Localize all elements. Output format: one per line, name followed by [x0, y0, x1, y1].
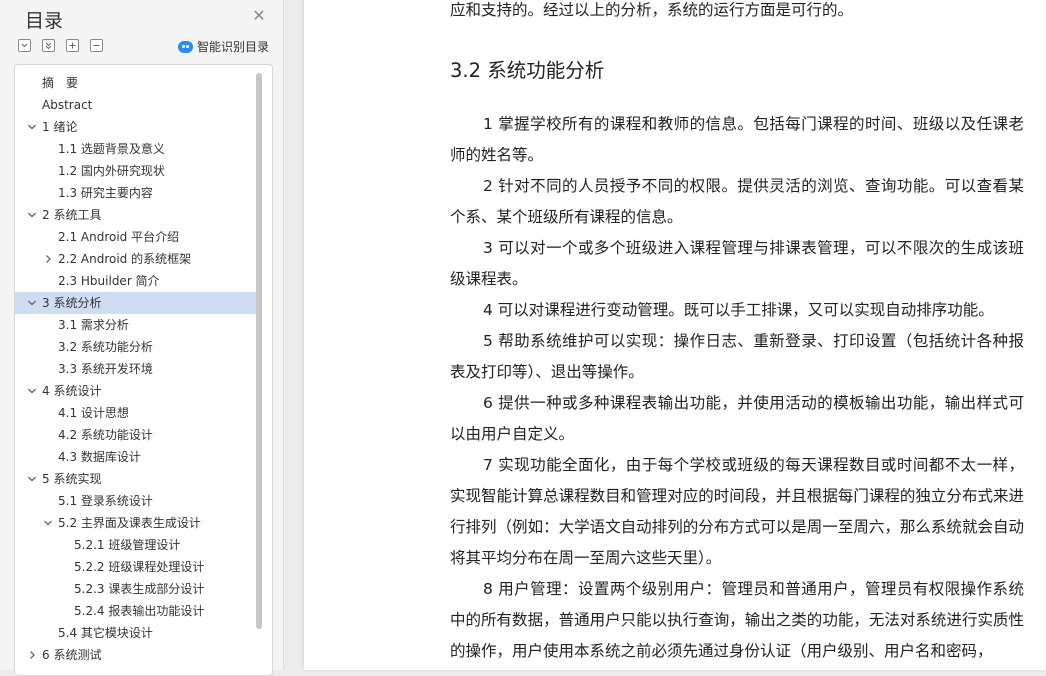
toc-item[interactable]: 2.3 Hbuilder 简介 [15, 270, 257, 292]
body-paragraph: 5 帮助系统维护可以实现：操作日志、重新登录、打印设置（包括统计各种报表及打印等… [450, 332, 1024, 381]
toc-item[interactable]: 1.2 国内外研究现状 [15, 160, 257, 182]
toc-item-label: 3.3 系统开发环境 [58, 362, 153, 376]
ai-robot-icon [178, 40, 193, 53]
toc-item-label: 5 系统实现 [42, 472, 102, 486]
toc-box: 摘 要 Abstract 1 绪论 1.1 选题背景及意义 1.2 国内外研究现状 1.3… [14, 64, 273, 676]
toc-item[interactable]: 4.1 设计思想 [15, 402, 257, 424]
toc-panel: 目录 ✕ 智能识别目录 摘 要 Abstract 1 绪论 1.1 选题背景及意义 1.… [0, 0, 284, 676]
body-paragraph: 1 掌握学校所有的课程和教师的信息。包括每门课程的时间、班级以及任课老师的姓名等… [450, 115, 1024, 164]
toc-item[interactable]: 5.2.4 报表输出功能设计 [15, 600, 257, 622]
chevron-down-icon[interactable] [26, 468, 38, 490]
toc-scrollbar[interactable] [256, 73, 262, 629]
toc-item-label: 3.2 系统功能分析 [58, 340, 153, 354]
toc-item[interactable]: 1.3 研究主要内容 [15, 182, 257, 204]
toc-item-label: 4.2 系统功能设计 [58, 428, 153, 442]
collapse-all-icon[interactable] [18, 39, 31, 52]
toc-item-label: 1.1 选题背景及意义 [58, 142, 165, 156]
toc-item-label: 5.2.2 班级课程处理设计 [74, 560, 205, 574]
body-paragraph: 3 可以对一个或多个班级进入课程管理与排课表管理，可以不限次的生成该班级课程表。 [450, 239, 1024, 288]
section-heading: 3.2 系统功能分析 [450, 59, 605, 82]
plus-icon[interactable] [66, 39, 79, 52]
toc-item[interactable]: 5.1 登录系统设计 [15, 490, 257, 512]
body-paragraph: 4 可以对课程进行变动管理。既可以手工排课，又可以实现自动排序功能。 [483, 301, 994, 319]
chevron-down-icon[interactable] [26, 116, 38, 138]
toc-item-label: 5.1 登录系统设计 [58, 494, 153, 508]
toc-item[interactable]: 5 系统实现 [15, 468, 257, 490]
body-paragraph: 7 实现功能全面化，由于每个学校或班级的每天课程数目或时间都不太一样，实现智能计… [450, 456, 1024, 567]
toc-item-label: 2 系统工具 [42, 208, 102, 222]
intro-paragraph: 应和支持的。经过以上的分析，系统的运行方面是可行的。 [450, 1, 854, 19]
toc-item[interactable]: 2 系统工具 [15, 204, 257, 226]
toc-item-label: 2.3 Hbuilder 简介 [58, 274, 160, 288]
toc-item-label: 4.3 数据库设计 [58, 450, 141, 464]
toc-item[interactable]: 4.3 数据库设计 [15, 446, 257, 468]
toc-item[interactable]: 3.2 系统功能分析 [15, 336, 257, 358]
toc-item[interactable]: 3.1 需求分析 [15, 314, 257, 336]
toc-item-label: 5.2.3 课表生成部分设计 [74, 582, 205, 596]
toc-item-label: 5.2.4 报表输出功能设计 [74, 604, 205, 618]
toc-item[interactable]: 1 绪论 [15, 116, 257, 138]
body-paragraph: 6 提供一种或多种课程表输出功能，并使用活动的模板输出功能，输出样式可以由用户自… [450, 394, 1024, 443]
chevron-down-icon[interactable] [26, 292, 38, 314]
toc-item[interactable]: 6 系统测试 [15, 644, 257, 666]
ai-toc-button[interactable]: 智能识别目录 [178, 38, 269, 55]
toc-item[interactable]: 1.1 选题背景及意义 [15, 138, 257, 160]
close-icon[interactable]: ✕ [251, 8, 267, 24]
toc-item-label: 3 系统分析 [42, 296, 102, 310]
toc-item-label: 4.1 设计思想 [58, 406, 129, 420]
toc-title: 目录 [25, 10, 64, 32]
chevron-down-icon[interactable] [26, 380, 38, 402]
toc-item[interactable]: 2.1 Android 平台介绍 [15, 226, 257, 248]
ai-toc-label: 智能识别目录 [197, 40, 270, 54]
toc-item-label: 5.2 主界面及课表生成设计 [58, 516, 201, 530]
toc-item[interactable]: Abstract [15, 94, 257, 116]
paragraph-list: 1 掌握学校所有的课程和教师的信息。包括每门课程的时间、班级以及任课老师的姓名等… [450, 109, 1024, 667]
toc-toolbar [18, 39, 114, 53]
toc-item[interactable]: 5.2.3 课表生成部分设计 [15, 578, 257, 600]
body-paragraph: 8 用户管理：设置两个级别用户：管理员和普通用户，管理员有权限操作系统中的所有数… [450, 580, 1024, 660]
toc-item[interactable]: 摘 要 [15, 72, 257, 94]
chevron-right-icon[interactable] [42, 248, 54, 270]
toc-item[interactable]: 5.2 主界面及课表生成设计 [15, 512, 257, 534]
toc-item[interactable]: 5.2.1 班级管理设计 [15, 534, 257, 556]
toc-item-label: 3.1 需求分析 [58, 318, 129, 332]
body-paragraph: 2 针对不同的人员授予不同的权限。提供灵活的浏览、查询功能。可以查看某个系、某个… [450, 177, 1024, 226]
toc-item-label: 5.4 其它模块设计 [58, 626, 153, 640]
expand-all-icon[interactable] [42, 39, 55, 52]
toc-item[interactable]: 4.2 系统功能设计 [15, 424, 257, 446]
toc-item-label: 1 绪论 [42, 120, 78, 134]
toc-item[interactable]: 5.2.2 班级课程处理设计 [15, 556, 257, 578]
chevron-right-icon[interactable] [26, 644, 38, 666]
toc-item[interactable]: 4 系统设计 [15, 380, 257, 402]
toc-item-label: 1.3 研究主要内容 [58, 186, 153, 200]
toc-item-label: 1.2 国内外研究现状 [58, 164, 165, 178]
minus-icon[interactable] [90, 39, 103, 52]
toc-item-label: 2.2 Android 的系统框架 [58, 252, 192, 266]
toc-item[interactable]: 2.2 Android 的系统框架 [15, 248, 257, 270]
toc-list: 摘 要 Abstract 1 绪论 1.1 选题背景及意义 1.2 国内外研究现状 1.3… [15, 72, 257, 666]
toc-item-label: 6 系统测试 [42, 648, 102, 662]
document-page: 应和支持的。经过以上的分析，系统的运行方面是可行的。 3.2 系统功能分析 1 … [304, 0, 1046, 670]
toc-item[interactable]: 3.3 系统开发环境 [15, 358, 257, 380]
toc-item-label: 2.1 Android 平台介绍 [58, 230, 180, 244]
toc-item-label: 4 系统设计 [42, 384, 102, 398]
toc-item-label: Abstract [42, 98, 93, 112]
toc-item-label: 摘 要 [42, 76, 79, 90]
toc-item[interactable]: 5.4 其它模块设计 [15, 622, 257, 644]
chevron-down-icon[interactable] [26, 204, 38, 226]
toc-item-label: 5.2.1 班级管理设计 [74, 538, 181, 552]
toc-item[interactable]: 3 系统分析 [15, 292, 257, 314]
chevron-down-icon[interactable] [42, 512, 54, 534]
